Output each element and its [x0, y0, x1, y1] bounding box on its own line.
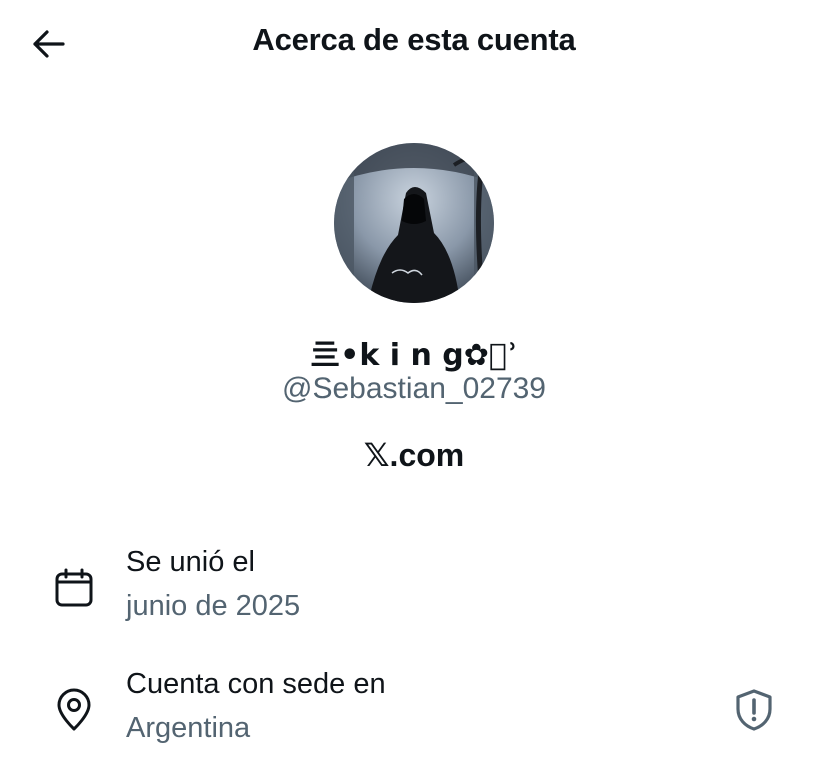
site-label: 𝕏.com	[363, 437, 465, 473]
shield-alert-icon	[736, 689, 772, 731]
location-info-button[interactable]	[728, 684, 780, 736]
location-label: Cuenta con sede en	[126, 668, 386, 700]
account-location-row: Cuenta con sede en Argentina	[0, 668, 828, 764]
top-bar: Acerca de esta cuenta	[0, 0, 828, 88]
joined-value: junio de 2025	[126, 590, 301, 622]
page-title: Acerca de esta cuenta	[252, 22, 576, 57]
display-name: 亖•k i n g✿⃝ʾ	[310, 338, 518, 373]
avatar-image	[334, 143, 494, 303]
joined-date-row: Se unió el junio de 2025	[0, 546, 828, 642]
joined-label: Se unió el	[126, 546, 255, 578]
location-pin-icon-wrap	[50, 686, 98, 734]
calendar-icon-wrap	[50, 564, 98, 612]
location-value: Argentina	[126, 712, 251, 744]
calendar-icon	[55, 568, 93, 607]
username-handle: @Sebastian_02739	[282, 372, 546, 405]
location-pin-icon	[57, 688, 91, 731]
avatar[interactable]	[334, 143, 494, 303]
